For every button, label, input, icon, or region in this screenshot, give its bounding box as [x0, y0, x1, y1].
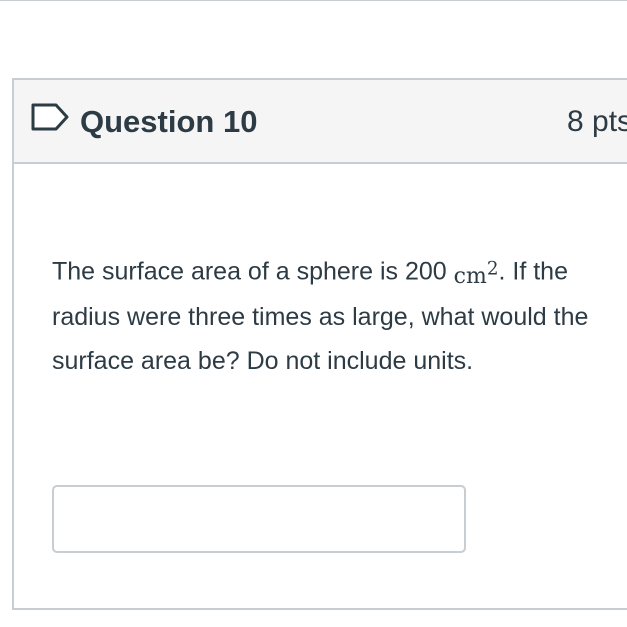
- previous-question-card-edge: [0, 0, 627, 1]
- question-header: Question 10 8 pts: [14, 80, 627, 164]
- unit-base: cm: [453, 264, 487, 290]
- answer-input[interactable]: [52, 485, 466, 553]
- question-title: Question 10: [80, 104, 258, 139]
- question-card: Question 10 8 pts The surface area of a …: [12, 78, 627, 610]
- unit-label: cm2: [453, 259, 499, 290]
- flag-outline-icon[interactable]: [30, 102, 70, 132]
- unit-exponent: 2: [486, 259, 499, 280]
- question-text: The surface area of a sphere is 200 cm2.…: [52, 244, 612, 383]
- question-text-part1: The surface area of a sphere is 200: [52, 257, 454, 286]
- question-points: 8 pts: [567, 105, 627, 138]
